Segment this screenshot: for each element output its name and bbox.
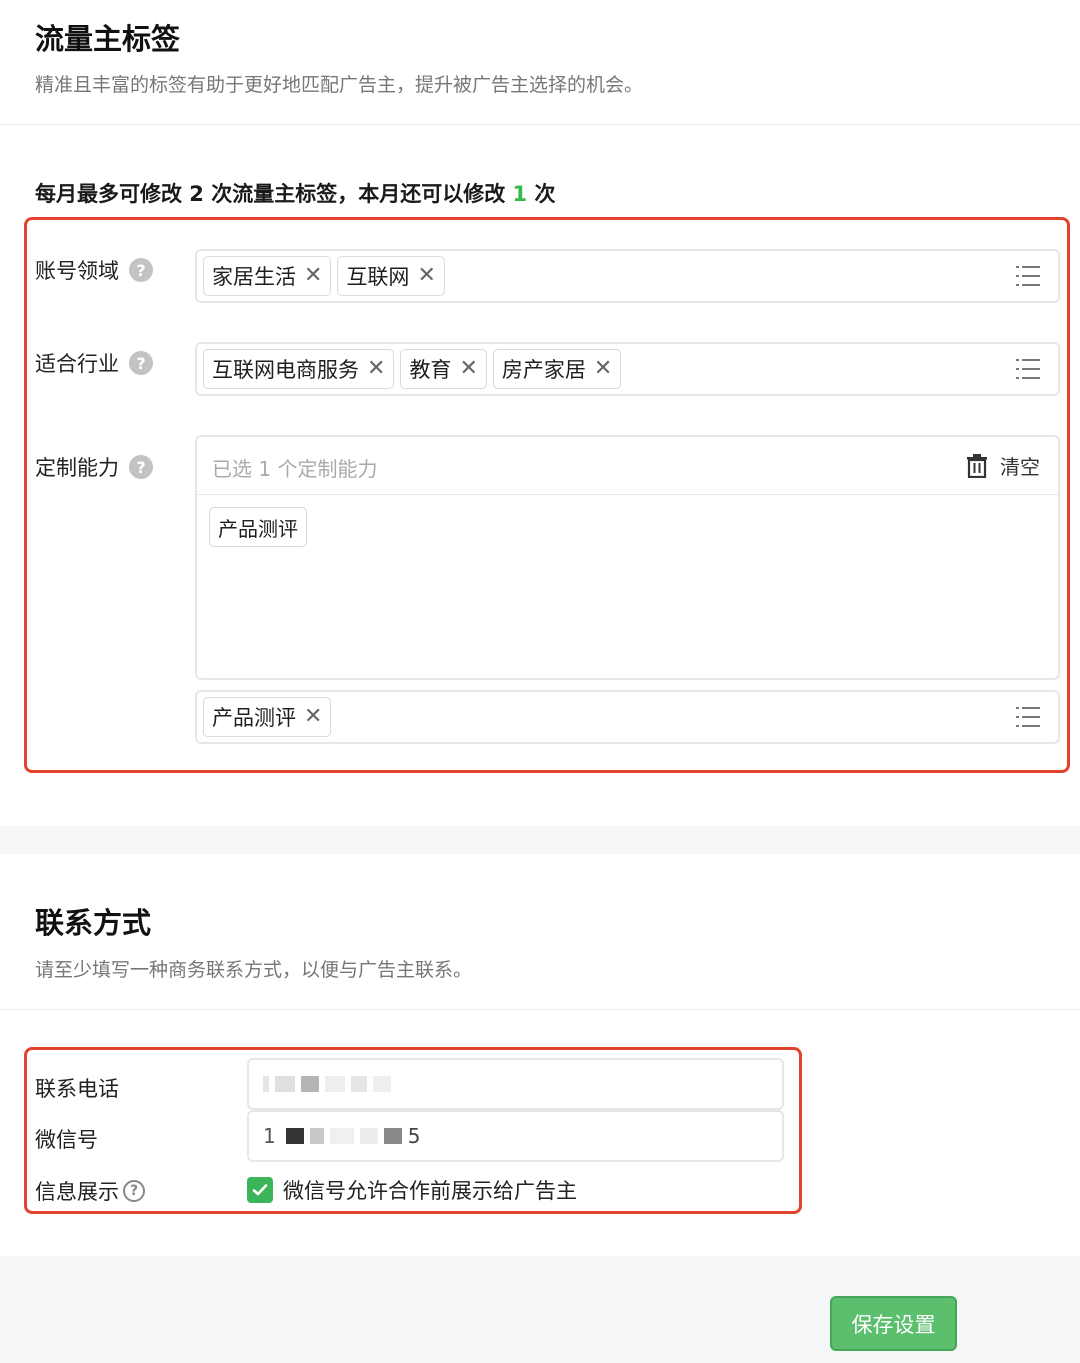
redacted-block [383, 1128, 402, 1144]
redacted-block [329, 1128, 354, 1144]
custom-capability-header: 已选 1 个定制能力 清空 [197, 437, 1058, 495]
save-settings-button[interactable]: 保存设置 [830, 1296, 957, 1351]
list-icon[interactable] [1016, 358, 1040, 380]
help-icon[interactable]: ? [123, 1180, 145, 1202]
check-icon [252, 1184, 268, 1196]
custom-capability-select[interactable]: 产品测评 ✕ [195, 690, 1060, 744]
industry-select[interactable]: 互联网电商服务 ✕ 教育 ✕ 房产家居 ✕ [195, 342, 1060, 396]
quota-notice: 每月最多可修改 2 次流量主标签，本月还可以修改 1 次 [35, 182, 556, 206]
custom-capability-label: 定制能力 ? [35, 452, 153, 482]
selected-tag[interactable]: 家居生活 ✕ [203, 256, 332, 296]
list-icon[interactable] [1016, 265, 1040, 287]
wechat-label: 微信号 [35, 1128, 98, 1152]
selected-count-text: 已选 1 个定制能力 [212, 457, 378, 481]
wechat-last-char: 5 [407, 1124, 421, 1148]
clear-button[interactable]: 清空 [966, 451, 1040, 480]
redacted-block [301, 1076, 319, 1092]
custom-capability-panel: 已选 1 个定制能力 清空 产品测评 [195, 435, 1060, 680]
selected-tag[interactable]: 教育 ✕ [400, 349, 487, 389]
account-domain-select[interactable]: 家居生活 ✕ 互联网 ✕ [195, 249, 1060, 303]
selected-tag[interactable]: 房产家居 ✕ [492, 349, 622, 389]
contact-section-subtitle: 请至少填写一种商务联系方式，以便与广告主联系。 [35, 959, 473, 981]
trash-icon [967, 453, 987, 478]
quota-count: 1 [512, 182, 528, 206]
wechat-display-option[interactable]: 微信号允许合作前展示给广告主 [247, 1175, 577, 1205]
redacted-block [359, 1128, 378, 1144]
list-icon[interactable] [1016, 706, 1040, 728]
selected-tag[interactable]: 产品测评 ✕ [203, 697, 332, 737]
remove-tag-icon[interactable]: ✕ [459, 358, 477, 380]
selected-tag[interactable]: 互联网电商服务 ✕ [203, 349, 395, 389]
wechat-input[interactable]: 1 5 [247, 1110, 784, 1162]
remove-tag-icon[interactable]: ✕ [594, 358, 612, 380]
redacted-block [285, 1128, 304, 1144]
help-icon[interactable]: ? [129, 258, 153, 282]
redacted-block [263, 1076, 269, 1092]
tags-section-subtitle: 精准且丰富的标签有助于更好地匹配广告主，提升被广告主选择的机会。 [35, 74, 644, 96]
selected-capability-tag[interactable]: 产品测评 [209, 507, 307, 547]
account-domain-label: 账号领域 ? [35, 255, 153, 285]
wechat-first-char: 1 [263, 1124, 276, 1148]
redacted-block [275, 1076, 295, 1092]
help-icon[interactable]: ? [129, 351, 153, 375]
tags-section-title: 流量主标签 [35, 22, 181, 56]
phone-label: 联系电话 [35, 1077, 119, 1101]
redacted-block [309, 1128, 324, 1144]
remove-tag-icon[interactable]: ✕ [367, 358, 385, 380]
redacted-block [351, 1076, 367, 1092]
display-label: 信息展示 ? [35, 1176, 145, 1206]
phone-input[interactable] [247, 1058, 784, 1110]
remove-tag-icon[interactable]: ✕ [417, 265, 435, 287]
remove-tag-icon[interactable]: ✕ [304, 706, 322, 728]
tags-header-divider [0, 124, 1080, 125]
help-icon[interactable]: ? [129, 455, 153, 479]
contact-header-divider [0, 1009, 1080, 1010]
remove-tag-icon[interactable]: ✕ [304, 265, 322, 287]
checkbox-checked[interactable] [247, 1177, 273, 1203]
contact-section-title: 联系方式 [35, 906, 152, 940]
industry-label: 适合行业 ? [35, 348, 153, 378]
redacted-block [373, 1076, 391, 1092]
redacted-block [325, 1076, 345, 1092]
selected-tag[interactable]: 互联网 ✕ [337, 256, 445, 296]
